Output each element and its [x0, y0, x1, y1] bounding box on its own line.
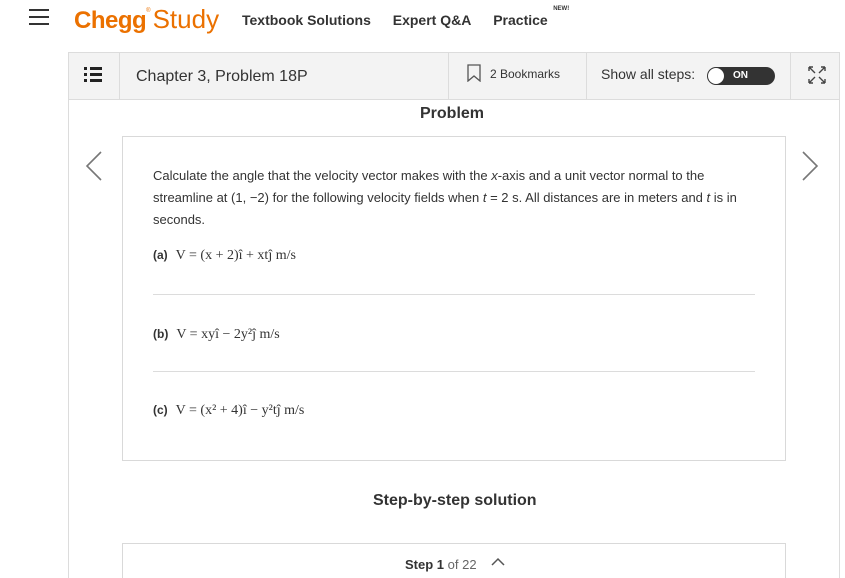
hamburger-icon[interactable]	[29, 9, 49, 29]
chevron-right-icon[interactable]	[800, 150, 820, 182]
logo-study-text: Study	[152, 4, 220, 34]
toolbar-divider	[586, 52, 587, 100]
problem-part-a: (a) V = (x + 2)î + xtĵ m/s	[153, 247, 296, 264]
step-total: 22	[462, 557, 477, 572]
problem-statement: Calculate the angle that the velocity ve…	[153, 165, 763, 231]
toggle-state-label: ON	[733, 70, 748, 81]
part-label: (c)	[153, 403, 168, 417]
part-label: (b)	[153, 327, 169, 341]
expand-icon[interactable]	[806, 64, 828, 86]
chegg-study-logo[interactable]: Chegg®Study	[74, 4, 219, 34]
part-equation: V = xyî − 2y²ĵ m/s	[176, 327, 280, 342]
bookmark-icon[interactable]	[466, 64, 482, 82]
toggle-knob	[708, 68, 724, 84]
top-nav: Chegg®Study Textbook Solutions Expert Q&…	[0, 0, 845, 42]
problem-heading: Problem	[420, 105, 485, 122]
problem-part-c: (c) V = (x² + 4)î − y²tĵ m/s	[153, 402, 304, 419]
step-by-step-heading: Step-by-step solution	[373, 492, 537, 509]
nav-link-textbook-solutions[interactable]: Textbook Solutions	[242, 12, 371, 28]
nav-link-practice-label: Practice	[493, 12, 548, 28]
step-current: 1	[436, 557, 445, 572]
part-equation: V = (x + 2)î + xtĵ m/s	[175, 248, 296, 263]
new-badge: NEW!	[553, 6, 570, 12]
show-all-steps-toggle[interactable]: ON	[707, 67, 775, 85]
chapter-title: Chapter 3, Problem 18P	[136, 68, 308, 85]
chevron-up-icon[interactable]	[491, 557, 505, 567]
problem-part-b: (b) V = xyî − 2y²ĵ m/s	[153, 326, 280, 343]
nav-link-practice[interactable]: Practice NEW!	[493, 6, 569, 28]
list-icon[interactable]	[84, 66, 102, 84]
part-divider	[153, 294, 755, 295]
logo-chegg-text: Chegg	[74, 7, 147, 34]
logo-registered-mark: ®	[146, 8, 151, 14]
problem-text-part: Calculate the angle that the velocity ve…	[153, 168, 492, 183]
part-equation: V = (x² + 4)î − y²tĵ m/s	[175, 403, 305, 418]
nav-link-expert-qa[interactable]: Expert Q&A	[393, 12, 472, 28]
bookmarks-label[interactable]: 2 Bookmarks	[490, 67, 560, 81]
chevron-left-icon[interactable]	[84, 150, 104, 182]
step-word: Step	[405, 557, 434, 572]
show-all-steps-label: Show all steps:	[601, 66, 696, 82]
nav-links: Textbook Solutions Expert Q&A Practice NE…	[242, 6, 569, 28]
toolbar-divider	[790, 52, 791, 100]
part-divider	[153, 371, 755, 372]
problem-text-part: = 2 s. All distances are in meters and	[486, 190, 707, 205]
part-label: (a)	[153, 248, 168, 262]
step-of: of	[447, 557, 459, 572]
toolbar-divider	[448, 52, 449, 100]
step-counter: Step 1 of 22	[405, 557, 477, 572]
toolbar-divider	[119, 52, 120, 100]
